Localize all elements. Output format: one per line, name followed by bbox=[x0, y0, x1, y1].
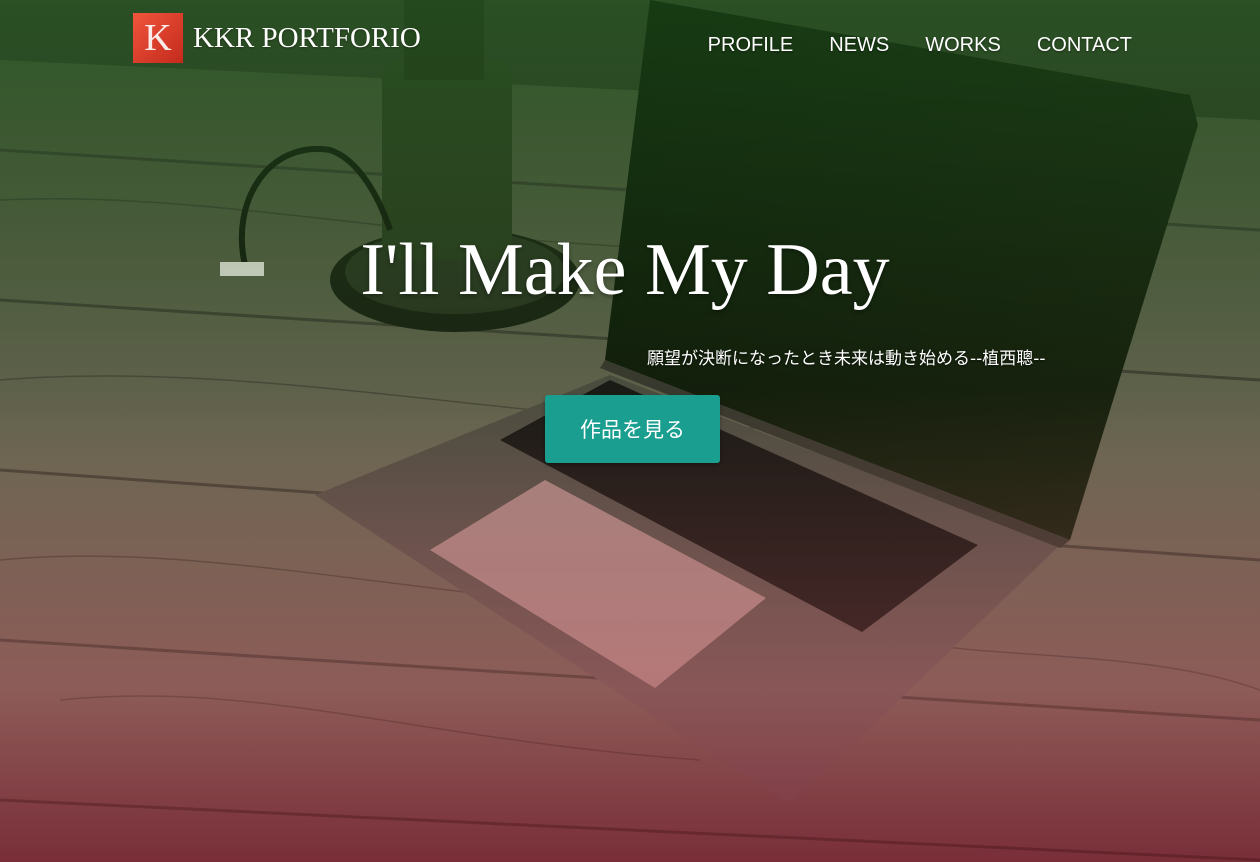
hero-headline: I'll Make My Day bbox=[360, 229, 890, 311]
logo-letter: K bbox=[144, 17, 172, 59]
view-works-button[interactable]: 作品を見る bbox=[545, 395, 720, 463]
site-header: K KKR PORTFORIO PROFILE NEWS WORKS CONTA… bbox=[0, 0, 1260, 90]
logo-icon: K bbox=[133, 13, 183, 63]
nav-item-works[interactable]: WORKS bbox=[925, 34, 1001, 57]
logo-link[interactable]: K KKR PORTFORIO bbox=[133, 13, 421, 63]
brand-name: KKR PORTFORIO bbox=[193, 21, 421, 54]
hero-quote: 願望が決断になったとき未来は動き始める--植西聰-- bbox=[647, 349, 1046, 369]
nav-item-news[interactable]: NEWS bbox=[829, 34, 889, 57]
nav-item-contact[interactable]: CONTACT bbox=[1037, 34, 1132, 57]
nav-item-profile[interactable]: PROFILE bbox=[708, 34, 794, 57]
main-nav: PROFILE NEWS WORKS CONTACT bbox=[672, 34, 1132, 57]
